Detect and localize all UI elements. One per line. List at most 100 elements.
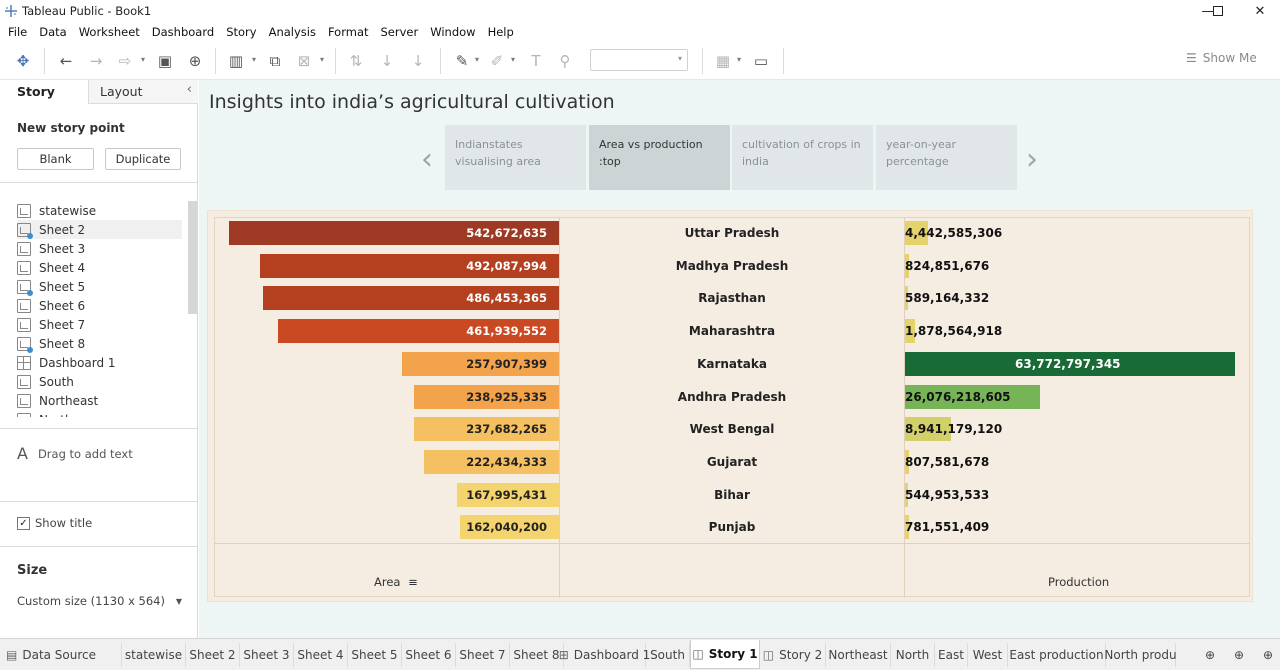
sheet-tab[interactable]: North (891, 643, 935, 667)
swap-icon[interactable]: ⇅ (346, 51, 366, 71)
sheet-list-item[interactable]: Sheet 7 (17, 315, 182, 334)
sheet-tab[interactable]: Sheet 3 (240, 643, 294, 667)
sheet-tab[interactable]: ◫ Story 1 (690, 640, 760, 669)
sheet-list-item[interactable]: North (17, 410, 182, 417)
sheet-list-item[interactable]: South (17, 372, 182, 391)
state-label[interactable]: Bihar (560, 488, 904, 502)
sheet-tab[interactable]: Sheet 6 (402, 643, 456, 667)
state-label[interactable]: Rajasthan (560, 291, 904, 305)
sort-ascending-icon[interactable]: ↓ (377, 51, 397, 71)
drag-to-add-text[interactable]: A Drag to add text (17, 444, 133, 463)
presentation-mode-icon[interactable]: ▭ (751, 51, 771, 71)
clear-sheet-caret-icon[interactable]: ▾ (320, 55, 328, 67)
save-icon[interactable]: ▣ (155, 51, 175, 71)
story-point-3[interactable]: cultivation of crops in india (732, 125, 873, 190)
sheet-list-item[interactable]: Sheet 3 (17, 239, 182, 258)
close-icon[interactable]: ✕ (1240, 0, 1280, 22)
state-label[interactable]: Maharashtra (560, 324, 904, 338)
sheet-tab[interactable]: Sheet 8 (510, 643, 564, 667)
menu-analysis[interactable]: Analysis (263, 25, 322, 39)
checkbox-checked-icon[interactable]: ✓ (17, 516, 30, 530)
previous-story-point-icon[interactable]: ‹ (421, 142, 433, 177)
duplicate-sheet-icon[interactable]: ⧉ (265, 51, 285, 71)
area-bar[interactable]: 461,939,552 (278, 319, 559, 344)
sheet-list-item[interactable]: Sheet 5 (17, 277, 182, 296)
menu-worksheet[interactable]: Worksheet (73, 25, 146, 39)
state-label[interactable]: Madhya Pradesh (560, 259, 904, 273)
restore-icon[interactable] (1198, 0, 1238, 22)
tableau-home-icon[interactable]: ✥ (13, 51, 33, 71)
state-label[interactable]: West Bengal (560, 422, 904, 436)
clear-sheet-icon[interactable]: ⊠ (294, 51, 314, 71)
sheet-list-item[interactable]: Northeast (17, 391, 182, 410)
replay-caret-icon[interactable]: ▾ (141, 55, 149, 67)
menu-dashboard[interactable]: Dashboard (146, 25, 220, 39)
state-label[interactable]: Karnataka (560, 357, 904, 371)
fit-icon[interactable]: ▦ (713, 51, 733, 71)
new-datasource-icon[interactable]: ⊕ (185, 51, 205, 71)
state-label[interactable]: Gujarat (560, 455, 904, 469)
sheet-tab[interactable]: East (935, 643, 968, 667)
group-members-icon[interactable]: ✐ (487, 51, 507, 71)
fit-caret-icon[interactable]: ▾ (737, 55, 745, 67)
area-bar[interactable]: 542,672,635 (229, 221, 559, 245)
state-label[interactable]: Punjab (560, 520, 904, 534)
highlight-caret-icon[interactable]: ▾ (475, 55, 483, 67)
sheet-list-item[interactable]: Sheet 2 (17, 220, 182, 239)
new-worksheet-icon[interactable]: ▥ (226, 51, 246, 71)
sheet-list-item[interactable]: Sheet 4 (17, 258, 182, 277)
undo-icon[interactable]: ← (56, 51, 76, 71)
menu-window[interactable]: Window (424, 25, 481, 39)
sheet-list-item[interactable]: statewise (17, 201, 182, 220)
sheet-tab[interactable]: South (646, 643, 690, 667)
new-worksheet-tab-icon[interactable]: ⊕ (1196, 643, 1224, 667)
duplicate-button[interactable]: Duplicate (105, 148, 181, 170)
new-dashboard-tab-icon[interactable]: ⊕ (1225, 643, 1253, 667)
collapse-pane-icon[interactable]: ‹ (187, 82, 192, 97)
area-bar[interactable]: 222,434,333 (424, 449, 559, 474)
menu-format[interactable]: Format (322, 25, 375, 39)
group-caret-icon[interactable]: ▾ (511, 55, 519, 67)
sheet-list-item[interactable]: Sheet 8 (17, 334, 182, 353)
story-point-1[interactable]: Indianstates visualising area (445, 125, 586, 190)
sheet-list-item[interactable]: Dashboard 1 (17, 353, 182, 372)
sheet-tab[interactable]: statewise (122, 643, 186, 667)
story-point-2[interactable]: Area vs production :top (589, 125, 730, 190)
show-me-button[interactable]: ☰ Show Me (1186, 51, 1257, 65)
area-bar[interactable]: 162,040,200 (460, 515, 559, 540)
size-dropdown[interactable]: Custom size (1130 x 564) ▼ (17, 591, 182, 611)
area-bar[interactable]: 492,087,994 (260, 253, 559, 278)
show-labels-icon[interactable]: T (526, 51, 546, 71)
area-bar[interactable]: 486,453,365 (263, 286, 559, 311)
sheet-tab[interactable]: ⊞ Dashboard 1 (559, 643, 650, 667)
sheet-list-item[interactable]: Sheet 6 (17, 296, 182, 315)
area-axis-title[interactable]: Area ≡ (374, 575, 418, 589)
redo-icon[interactable]: → (86, 51, 106, 71)
next-story-point-icon[interactable]: › (1026, 142, 1038, 177)
sheet-tab[interactable]: ◫ Story 2 (760, 643, 826, 667)
highlight-icon[interactable]: ✎ (452, 51, 472, 71)
state-label[interactable]: Andhra Pradesh (560, 390, 904, 404)
sheet-tab[interactable]: Sheet 2 (186, 643, 240, 667)
story-point-4[interactable]: year-on-year percentage (876, 125, 1017, 190)
fix-axes-icon[interactable]: ⚲ (555, 51, 575, 71)
new-worksheet-caret-icon[interactable]: ▾ (252, 55, 260, 67)
sheet-tab[interactable]: Northeast (826, 643, 891, 667)
sheet-tab[interactable]: ▤ Data Source (0, 643, 122, 667)
menu-file[interactable]: File (2, 25, 33, 39)
sort-descending-icon[interactable]: ↓ (408, 51, 428, 71)
blank-button[interactable]: Blank (17, 148, 94, 170)
sheet-tab[interactable]: Sheet 7 (456, 643, 510, 667)
state-label[interactable]: Uttar Pradesh (560, 226, 904, 240)
area-bar[interactable]: 238,925,335 (414, 384, 559, 409)
fit-dropdown[interactable]: ▾ (590, 49, 688, 71)
new-story-tab-icon[interactable]: ⊕ (1254, 643, 1280, 667)
sheet-tab[interactable]: Sheet 5 (348, 643, 402, 667)
sheet-tab[interactable]: East production (1008, 643, 1106, 667)
tab-story[interactable]: Story (0, 80, 88, 104)
area-bar[interactable]: 167,995,431 (457, 482, 559, 507)
sheet-tab[interactable]: North produ (1104, 643, 1177, 667)
menu-story[interactable]: Story (220, 25, 262, 39)
sheet-tab[interactable]: Sheet 4 (294, 643, 348, 667)
menu-data[interactable]: Data (33, 25, 72, 39)
